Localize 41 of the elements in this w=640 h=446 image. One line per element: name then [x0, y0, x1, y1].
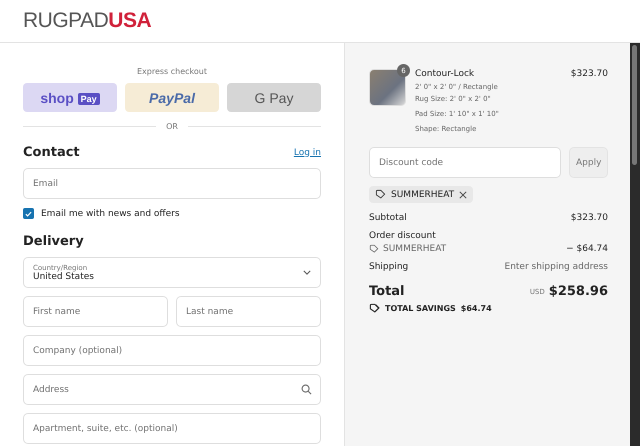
total-savings-label: TOTAL SAVINGS — [385, 304, 456, 313]
discount-code: SUMMERHEAT — [391, 190, 454, 200]
shop-pay-button[interactable]: shop Pay — [23, 83, 117, 112]
text-field[interactable]: First name — [23, 296, 168, 327]
product-photo-placeholder — [369, 69, 406, 106]
scrollbar-thumb[interactable] — [632, 45, 637, 165]
apply-button[interactable]: Apply — [569, 147, 608, 178]
text-field[interactable]: Last name — [176, 296, 321, 327]
google-pay-button[interactable]: G Pay — [227, 83, 321, 112]
or-divider-text: OR — [166, 122, 178, 131]
product-price: $323.70 — [570, 69, 608, 81]
tags-icon — [369, 303, 380, 314]
newsletter-label: Email me with news and offers — [41, 208, 180, 218]
total-value: $258.96 — [548, 284, 608, 299]
logo-text[interactable]: RUGPADUSA — [23, 9, 152, 33]
log-in-link[interactable]: Log in — [294, 148, 321, 158]
shipping-value: Enter shipping address — [504, 262, 608, 272]
text-field[interactable]: Apartment, suite, etc. (optional) — [23, 413, 321, 444]
product-name: Contour-Lock — [415, 69, 476, 79]
search-icon — [301, 384, 312, 395]
shipping-label: Shipping — [369, 262, 408, 272]
discount-value: − $64.74 — [566, 244, 608, 254]
total-savings-value: $64.74 — [460, 304, 492, 313]
discount-code-field[interactable]: Discount code — [369, 147, 561, 178]
discount-code: SUMMERHEAT — [383, 244, 446, 254]
subtotal-label: Subtotal — [369, 213, 407, 223]
order-discount-label: Order discount — [369, 231, 436, 241]
email-field[interactable]: Email — [23, 168, 321, 199]
address-field[interactable]: Address — [23, 374, 321, 405]
total-label: Total — [369, 284, 405, 299]
newsletter-checkbox[interactable] — [23, 208, 34, 219]
delivery-heading: Delivery — [23, 234, 85, 249]
subtotal-value: $323.70 — [570, 213, 608, 223]
close-icon[interactable] — [459, 190, 468, 198]
tag-icon — [375, 189, 386, 200]
express-checkout-title: Express checkout — [136, 67, 208, 76]
chevron-down-icon — [303, 270, 311, 275]
paypal-button[interactable]: PayPal — [125, 83, 219, 112]
contact-heading: Contact — [23, 145, 80, 160]
text-field[interactable]: Company (optional) — [23, 335, 321, 366]
tag-icon — [369, 244, 379, 254]
